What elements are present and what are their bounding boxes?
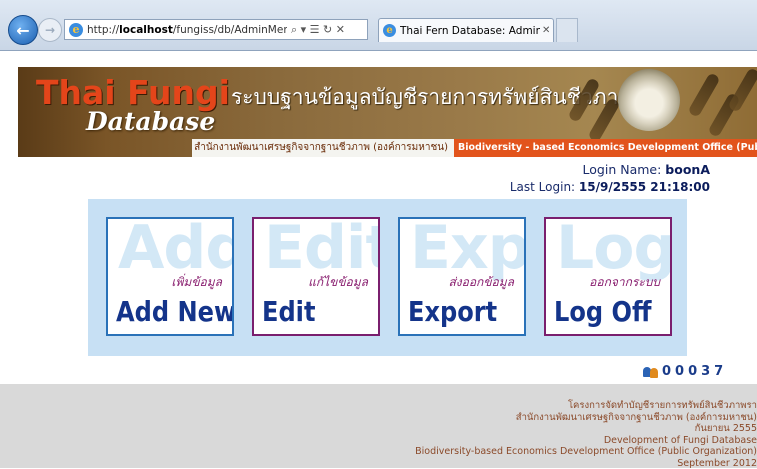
url-text[interactable]: http://localhost/fungiss/db/AdminMenu.as… [87, 24, 287, 36]
banner-org-strip: สำนักงานพัฒนาเศรษฐกิจจากฐานชีวภาพ (องค์ก… [18, 139, 757, 157]
add-new-label: Add New [116, 295, 234, 328]
back-arrow-icon[interactable]: ← [8, 15, 38, 45]
add-new-button[interactable]: Add เพิ่มข้อมูล Add New [106, 217, 234, 336]
ie-icon: e [69, 23, 83, 37]
org-name-thai: สำนักงานพัฒนาเศรษฐกิจจากฐานชีวภาพ (องค์ก… [192, 139, 454, 157]
close-tab-icon[interactable]: ✕ [542, 25, 550, 36]
footer-text: โครงการจัดทำบัญชีรายการทรัพย์สินชีวภาพรา… [415, 400, 757, 469]
url-prefix: http:// [87, 24, 119, 36]
export-label: Export [408, 295, 497, 328]
org-name-english: Biodiversity - based Economics Developme… [454, 139, 757, 157]
export-button[interactable]: Export ส่งออกข้อมูล Export [398, 217, 526, 336]
last-login-value: 15/9/2555 21:18:00 [579, 180, 710, 194]
logoff-thai-label: ออกจากระบบ [589, 273, 660, 292]
tab-title: Thai Fern Database: Admin ... [400, 25, 540, 37]
footer-date-english: September 2012 [415, 458, 757, 469]
add-thai-label: เพิ่มข้อมูล [171, 273, 222, 292]
petri-dish-image [618, 69, 680, 131]
footer-project-english: Development of Fungi Database [415, 435, 757, 447]
log-off-button[interactable]: Log Off ออกจากระบบ Log Off [544, 217, 672, 336]
address-bar[interactable]: e http://localhost/fungiss/db/AdminMenu.… [64, 19, 368, 40]
last-login: Last Login: 15/9/2555 21:18:00 [510, 180, 710, 194]
fungi-spore-image [687, 72, 720, 118]
new-tab-button[interactable] [556, 18, 578, 42]
visitor-counter: 00037 [643, 364, 727, 379]
address-tools[interactable]: ⌕ ▾ ☰ ↻ ✕ [291, 23, 345, 37]
browser-toolbar: ← → e http://localhost/fungiss/db/AdminM… [0, 0, 757, 51]
people-icon [643, 366, 659, 378]
footer-org-thai: สำนักงานพัฒนาเศรษฐกิจจากฐานชีวภาพ (องค์ก… [415, 412, 757, 424]
login-name-value: boonA [665, 162, 710, 177]
site-banner: Thai Fungi Database ระบบฐานข้อมูลบัญชีรา… [18, 67, 757, 157]
footer-date-thai: กันยายน 2555 [415, 423, 757, 435]
visitor-count: 00037 [662, 364, 727, 379]
page-footer: โครงการจัดทำบัญชีรายการทรัพย์สินชีวภาพรา… [0, 384, 757, 468]
fungi-spore-image [727, 67, 757, 113]
edit-button[interactable]: Edit แก้ไขข้อมูล Edit [252, 217, 380, 336]
tab-ie-icon: e [383, 24, 396, 37]
footer-org-english: Biodiversity-based Economics Development… [415, 446, 757, 458]
export-thai-label: ส่งออกข้อมูล [448, 273, 514, 292]
forward-arrow-icon[interactable]: → [38, 18, 62, 42]
url-host: localhost [119, 24, 173, 36]
login-name: Login Name: boonA [583, 162, 710, 177]
admin-menu-panel: Add เพิ่มข้อมูล Add New Edit แก้ไขข้อมูล… [88, 199, 687, 356]
edit-thai-label: แก้ไขข้อมูล [308, 273, 368, 292]
url-path: /fungiss/db/AdminMenu.asp [173, 24, 287, 36]
logo-subtitle: Database [86, 107, 215, 136]
log-off-label: Log Off [554, 295, 651, 328]
browser-tab[interactable]: e Thai Fern Database: Admin ... ✕ [378, 18, 554, 42]
edit-label: Edit [262, 295, 315, 328]
footer-project-thai: โครงการจัดทำบัญชีรายการทรัพย์สินชีวภาพรา [415, 400, 757, 412]
